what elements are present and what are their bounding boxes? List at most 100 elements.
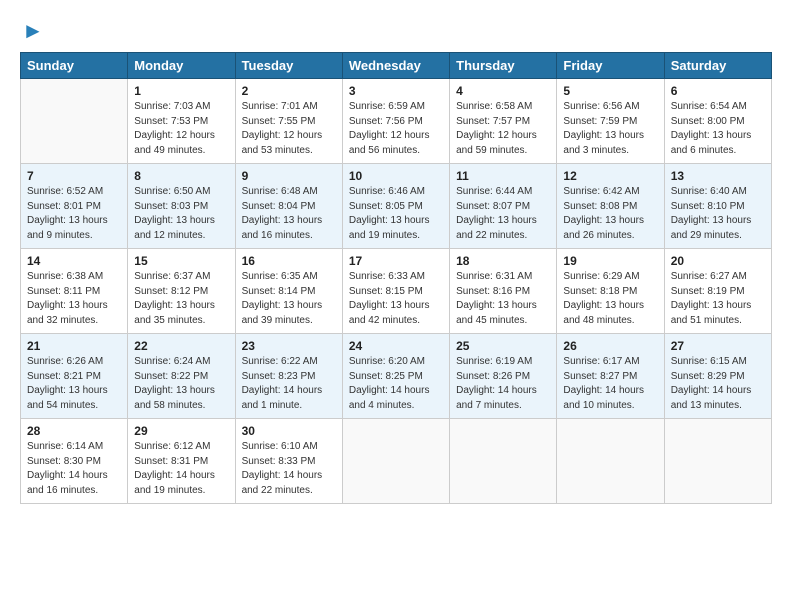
calendar-cell: 30 Sunrise: 6:10 AMSunset: 8:33 PMDayligh… [235,419,342,504]
calendar-cell: 29Sunrise: 6:12 AMSunset: 8:31 PMDayligh… [128,419,235,504]
day-number: 20 [671,254,765,268]
day-number: 2 [242,84,336,98]
day-number: 15 [134,254,228,268]
day-info: Sunrise: 6:50 AMSunset: 8:03 PMDaylight:… [134,185,228,243]
calendar-cell [450,419,557,504]
calendar-cell: 27Sunrise: 6:15 AMSunset: 8:29 PMDayligh… [664,334,771,419]
day-info: Sunrise: 6:22 AMSunset: 8:23 PMDaylight:… [242,355,336,413]
day-number: 18 [456,254,550,268]
col-header-wednesday: Wednesday [342,53,449,79]
day-number: 26 [563,339,657,353]
day-info: Sunrise: 6:37 AMSunset: 8:12 PMDaylight:… [134,270,228,328]
day-info: Sunrise: 6:14 AMSunset: 8:30 PMDaylight:… [27,440,121,498]
day-info: Sunrise: 7:01 AMSunset: 7:55 PMDaylight:… [242,100,336,158]
calendar-cell: 6 Sunrise: 6:54 AMSunset: 8:00 PMDaylight… [664,79,771,164]
day-number: 6 [671,84,765,98]
day-number: 28 [27,424,121,438]
calendar-cell: 23Sunrise: 6:22 AMSunset: 8:23 PMDayligh… [235,334,342,419]
day-info: Sunrise: 6:42 AMSunset: 8:08 PMDaylight:… [563,185,657,243]
day-info: Sunrise: 6:26 AMSunset: 8:21 PMDaylight:… [27,355,121,413]
day-number: 30 [242,424,336,438]
calendar-cell: 5 Sunrise: 6:56 AMSunset: 7:59 PMDaylight… [557,79,664,164]
day-number: 21 [27,339,121,353]
day-info: Sunrise: 6:10 AMSunset: 8:33 PMDaylight:… [242,440,336,498]
calendar-cell [342,419,449,504]
calendar-cell: 26 Sunrise: 6:17 AMSunset: 8:27 PMDayligh… [557,334,664,419]
calendar-cell: 15 Sunrise: 6:37 AMSunset: 8:12 PMDayligh… [128,249,235,334]
calendar-cell: 16Sunrise: 6:35 AMSunset: 8:14 PMDayligh… [235,249,342,334]
day-info: Sunrise: 6:15 AMSunset: 8:29 PMDaylight:… [671,355,765,413]
day-number: 22 [134,339,228,353]
day-info: Sunrise: 6:33 AMSunset: 8:15 PMDaylight:… [349,270,443,328]
day-number: 10 [349,169,443,183]
day-number: 19 [563,254,657,268]
week-row-3: 14 Sunrise: 6:38 AMSunset: 8:11 PMDayligh… [21,249,772,334]
day-info: Sunrise: 6:48 AMSunset: 8:04 PMDaylight:… [242,185,336,243]
week-row-2: 7Sunrise: 6:52 AMSunset: 8:01 PMDaylight… [21,164,772,249]
day-number: 4 [456,84,550,98]
calendar-cell: 12 Sunrise: 6:42 AMSunset: 8:08 PMDayligh… [557,164,664,249]
calendar-cell: 9 Sunrise: 6:48 AMSunset: 8:04 PMDaylight… [235,164,342,249]
calendar-cell: 7Sunrise: 6:52 AMSunset: 8:01 PMDaylight… [21,164,128,249]
calendar-cell [557,419,664,504]
calendar-cell: 20 Sunrise: 6:27 AMSunset: 8:19 PMDayligh… [664,249,771,334]
day-number: 12 [563,169,657,183]
calendar-cell: 11 Sunrise: 6:44 AMSunset: 8:07 PMDayligh… [450,164,557,249]
day-number: 16 [242,254,336,268]
page: ► SundayMondayTuesdayWednesdayThursdayFr… [0,0,792,514]
day-number: 11 [456,169,550,183]
day-info: Sunrise: 6:44 AMSunset: 8:07 PMDaylight:… [456,185,550,243]
header: ► [20,18,772,44]
logo: ► [20,18,44,44]
calendar-cell: 13Sunrise: 6:40 AMSunset: 8:10 PMDayligh… [664,164,771,249]
logo-bird-icon: ► [22,18,44,44]
day-number: 24 [349,339,443,353]
day-info: Sunrise: 6:54 AMSunset: 8:00 PMDaylight:… [671,100,765,158]
col-header-sunday: Sunday [21,53,128,79]
day-info: Sunrise: 6:38 AMSunset: 8:11 PMDaylight:… [27,270,121,328]
col-header-thursday: Thursday [450,53,557,79]
day-number: 9 [242,169,336,183]
calendar-cell [21,79,128,164]
col-header-monday: Monday [128,53,235,79]
day-info: Sunrise: 6:56 AMSunset: 7:59 PMDaylight:… [563,100,657,158]
col-header-tuesday: Tuesday [235,53,342,79]
day-info: Sunrise: 6:46 AMSunset: 8:05 PMDaylight:… [349,185,443,243]
calendar-table: SundayMondayTuesdayWednesdayThursdayFrid… [20,52,772,504]
calendar-cell: 25 Sunrise: 6:19 AMSunset: 8:26 PMDayligh… [450,334,557,419]
day-number: 8 [134,169,228,183]
day-info: Sunrise: 6:58 AMSunset: 7:57 PMDaylight:… [456,100,550,158]
day-number: 5 [563,84,657,98]
week-row-5: 28 Sunrise: 6:14 AMSunset: 8:30 PMDayligh… [21,419,772,504]
day-info: Sunrise: 6:27 AMSunset: 8:19 PMDaylight:… [671,270,765,328]
day-number: 3 [349,84,443,98]
day-number: 14 [27,254,121,268]
calendar-cell: 14 Sunrise: 6:38 AMSunset: 8:11 PMDayligh… [21,249,128,334]
calendar-cell: 28 Sunrise: 6:14 AMSunset: 8:30 PMDayligh… [21,419,128,504]
day-number: 17 [349,254,443,268]
day-number: 13 [671,169,765,183]
col-header-friday: Friday [557,53,664,79]
calendar-cell: 10 Sunrise: 6:46 AMSunset: 8:05 PMDayligh… [342,164,449,249]
day-number: 1 [134,84,228,98]
day-info: Sunrise: 6:19 AMSunset: 8:26 PMDaylight:… [456,355,550,413]
calendar-cell [664,419,771,504]
calendar-cell: 18 Sunrise: 6:31 AMSunset: 8:16 PMDayligh… [450,249,557,334]
calendar-cell: 21 Sunrise: 6:26 AMSunset: 8:21 PMDayligh… [21,334,128,419]
calendar-cell: 4 Sunrise: 6:58 AMSunset: 7:57 PMDaylight… [450,79,557,164]
calendar-cell: 2 Sunrise: 7:01 AMSunset: 7:55 PMDaylight… [235,79,342,164]
calendar-cell: 3Sunrise: 6:59 AMSunset: 7:56 PMDaylight… [342,79,449,164]
calendar-cell: 1Sunrise: 7:03 AMSunset: 7:53 PMDaylight… [128,79,235,164]
day-info: Sunrise: 6:17 AMSunset: 8:27 PMDaylight:… [563,355,657,413]
col-header-saturday: Saturday [664,53,771,79]
day-info: Sunrise: 6:20 AMSunset: 8:25 PMDaylight:… [349,355,443,413]
day-number: 7 [27,169,121,183]
calendar-cell: 19Sunrise: 6:29 AMSunset: 8:18 PMDayligh… [557,249,664,334]
day-info: Sunrise: 6:12 AMSunset: 8:31 PMDaylight:… [134,440,228,498]
day-number: 25 [456,339,550,353]
header-row: SundayMondayTuesdayWednesdayThursdayFrid… [21,53,772,79]
day-info: Sunrise: 6:31 AMSunset: 8:16 PMDaylight:… [456,270,550,328]
week-row-1: 1Sunrise: 7:03 AMSunset: 7:53 PMDaylight… [21,79,772,164]
calendar-cell: 22Sunrise: 6:24 AMSunset: 8:22 PMDayligh… [128,334,235,419]
calendar-cell: 24 Sunrise: 6:20 AMSunset: 8:25 PMDayligh… [342,334,449,419]
